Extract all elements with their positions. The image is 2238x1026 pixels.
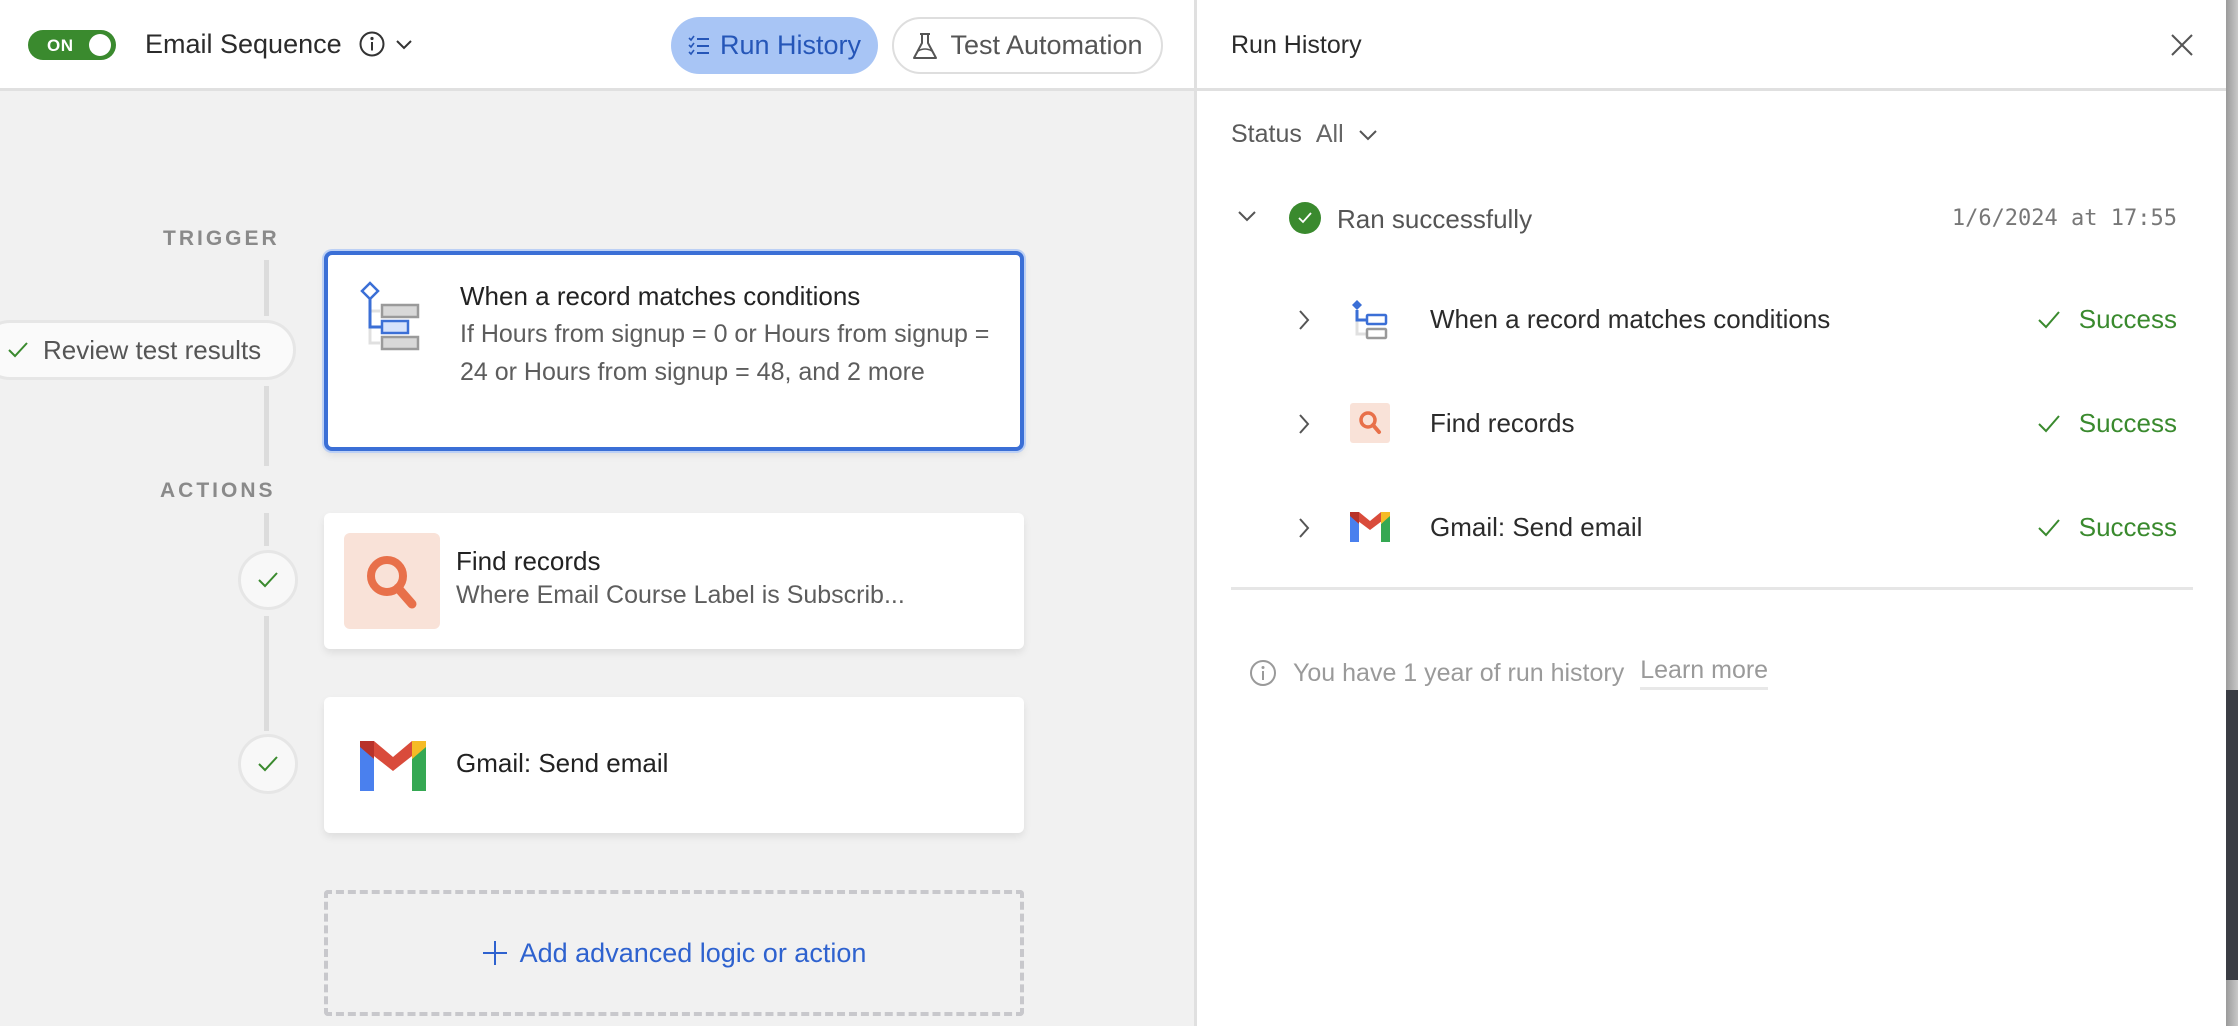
conditions-icon bbox=[360, 281, 420, 351]
step-status: Success bbox=[2037, 512, 2177, 543]
find-records-icon-tile bbox=[344, 533, 440, 629]
panel-header: Run History bbox=[1197, 0, 2226, 91]
review-test-results-label: Review test results bbox=[43, 334, 262, 365]
panel-title: Run History bbox=[1231, 31, 1362, 59]
trigger-card-title: When a record matches conditions bbox=[460, 281, 861, 311]
chevron-down-icon[interactable] bbox=[1358, 128, 1378, 142]
add-logic-label: Add advanced logic or action bbox=[519, 937, 867, 968]
workflow-on-toggle[interactable]: ON bbox=[28, 30, 116, 60]
success-status-icon bbox=[1289, 202, 1321, 234]
add-logic-or-action-button[interactable]: Add advanced logic or action bbox=[324, 890, 1024, 1016]
action-title: Find records bbox=[456, 546, 601, 576]
run-step-row[interactable]: When a record matches conditions Success bbox=[1297, 295, 2177, 345]
step-status-label: Success bbox=[2078, 408, 2177, 438]
checklist-icon bbox=[688, 35, 709, 55]
step-status: Success bbox=[2037, 408, 2177, 439]
status-filter[interactable]: Status All bbox=[1231, 120, 1378, 149]
gmail-icon bbox=[360, 741, 426, 791]
check-icon bbox=[258, 572, 278, 588]
step-status-check bbox=[238, 734, 298, 794]
run-timestamp: 1/6/2024 at 17:55 bbox=[1951, 206, 2177, 231]
chevron-down-icon[interactable] bbox=[1237, 209, 1257, 223]
action-subtitle: Where Email Course Label is Subscrib... bbox=[456, 581, 905, 609]
workflow-header: ON Email Sequence Run History Test Autom… bbox=[0, 0, 1194, 91]
toggle-label: ON bbox=[47, 36, 74, 55]
step-name: Gmail: Send email bbox=[1430, 512, 1643, 542]
plus-icon bbox=[482, 941, 507, 965]
toggle-knob bbox=[89, 34, 111, 56]
test-automation-button[interactable]: Test Automation bbox=[892, 17, 1163, 74]
info-icon[interactable] bbox=[358, 30, 386, 58]
step-name: Find records bbox=[1430, 408, 1575, 438]
run-history-note: You have 1 year of run history Learn mor… bbox=[1249, 656, 1769, 690]
background-window bbox=[2226, 690, 2238, 980]
step-status-label: Success bbox=[2078, 304, 2177, 334]
info-icon bbox=[1250, 660, 1276, 686]
check-icon bbox=[8, 342, 28, 358]
step-status: Success bbox=[2037, 304, 2177, 335]
run-step-row[interactable]: Gmail: Send email Success bbox=[1297, 503, 2177, 553]
run-history-label: Run History bbox=[719, 30, 862, 60]
run-history-button[interactable]: Run History bbox=[671, 17, 878, 74]
action-card-find-records[interactable]: Find records Where Email Course Label is… bbox=[324, 513, 1024, 649]
learn-more-link[interactable]: Learn more bbox=[1640, 656, 1769, 690]
action-card-gmail[interactable]: Gmail: Send email bbox=[324, 697, 1024, 833]
trigger-card[interactable]: When a record matches conditions If Hour… bbox=[324, 251, 1024, 451]
workflow-canvas: ON Email Sequence Run History Test Autom… bbox=[0, 0, 1194, 1026]
trigger-card-subtitle: If Hours from signup = 0 or Hours from s… bbox=[460, 320, 990, 386]
search-icon bbox=[1350, 403, 1390, 443]
chevron-right-icon[interactable] bbox=[1297, 309, 1311, 331]
trigger-section-label: TRIGGER bbox=[163, 227, 280, 250]
review-test-results-button[interactable]: Review test results bbox=[0, 320, 296, 380]
conditions-icon bbox=[1352, 300, 1388, 340]
window-edge-scrollbar[interactable] bbox=[2226, 0, 2238, 1026]
gmail-icon bbox=[1350, 512, 1390, 542]
run-status-label: Ran successfully bbox=[1337, 204, 1533, 234]
connector-line bbox=[264, 513, 269, 546]
check-icon bbox=[2038, 518, 2060, 536]
step-status-check bbox=[238, 550, 298, 610]
flask-icon bbox=[913, 32, 938, 59]
run-history-panel: Run History Status All Ran successfully … bbox=[1194, 0, 2226, 1026]
step-status-label: Success bbox=[2078, 512, 2177, 542]
chevron-down-icon[interactable] bbox=[395, 36, 413, 54]
status-filter-value[interactable]: All bbox=[1316, 120, 1344, 149]
run-entry[interactable]: Ran successfully 1/6/2024 at 17:55 bbox=[1237, 200, 2177, 238]
run-history-note-text: You have 1 year of run history bbox=[1293, 658, 1625, 687]
check-icon bbox=[2038, 414, 2060, 432]
app-root: ON Email Sequence Run History Test Autom… bbox=[0, 0, 2238, 1026]
run-step-row[interactable]: Find records Success bbox=[1297, 399, 2177, 449]
divider bbox=[1231, 587, 2193, 590]
chevron-right-icon[interactable] bbox=[1297, 413, 1311, 435]
chevron-right-icon[interactable] bbox=[1297, 517, 1311, 539]
connector-line bbox=[264, 616, 269, 731]
connector-line bbox=[264, 260, 269, 316]
test-automation-label: Test Automation bbox=[950, 30, 1143, 60]
search-icon bbox=[367, 556, 417, 609]
status-filter-label: Status bbox=[1231, 120, 1302, 148]
workflow-title: Email Sequence bbox=[145, 29, 342, 59]
actions-section-label: ACTIONS bbox=[160, 479, 276, 502]
check-icon bbox=[258, 756, 278, 772]
connector-line bbox=[264, 386, 269, 466]
step-name: When a record matches conditions bbox=[1430, 304, 1831, 334]
action-title: Gmail: Send email bbox=[456, 748, 669, 778]
check-icon bbox=[2038, 310, 2060, 328]
close-icon[interactable] bbox=[2169, 32, 2195, 58]
